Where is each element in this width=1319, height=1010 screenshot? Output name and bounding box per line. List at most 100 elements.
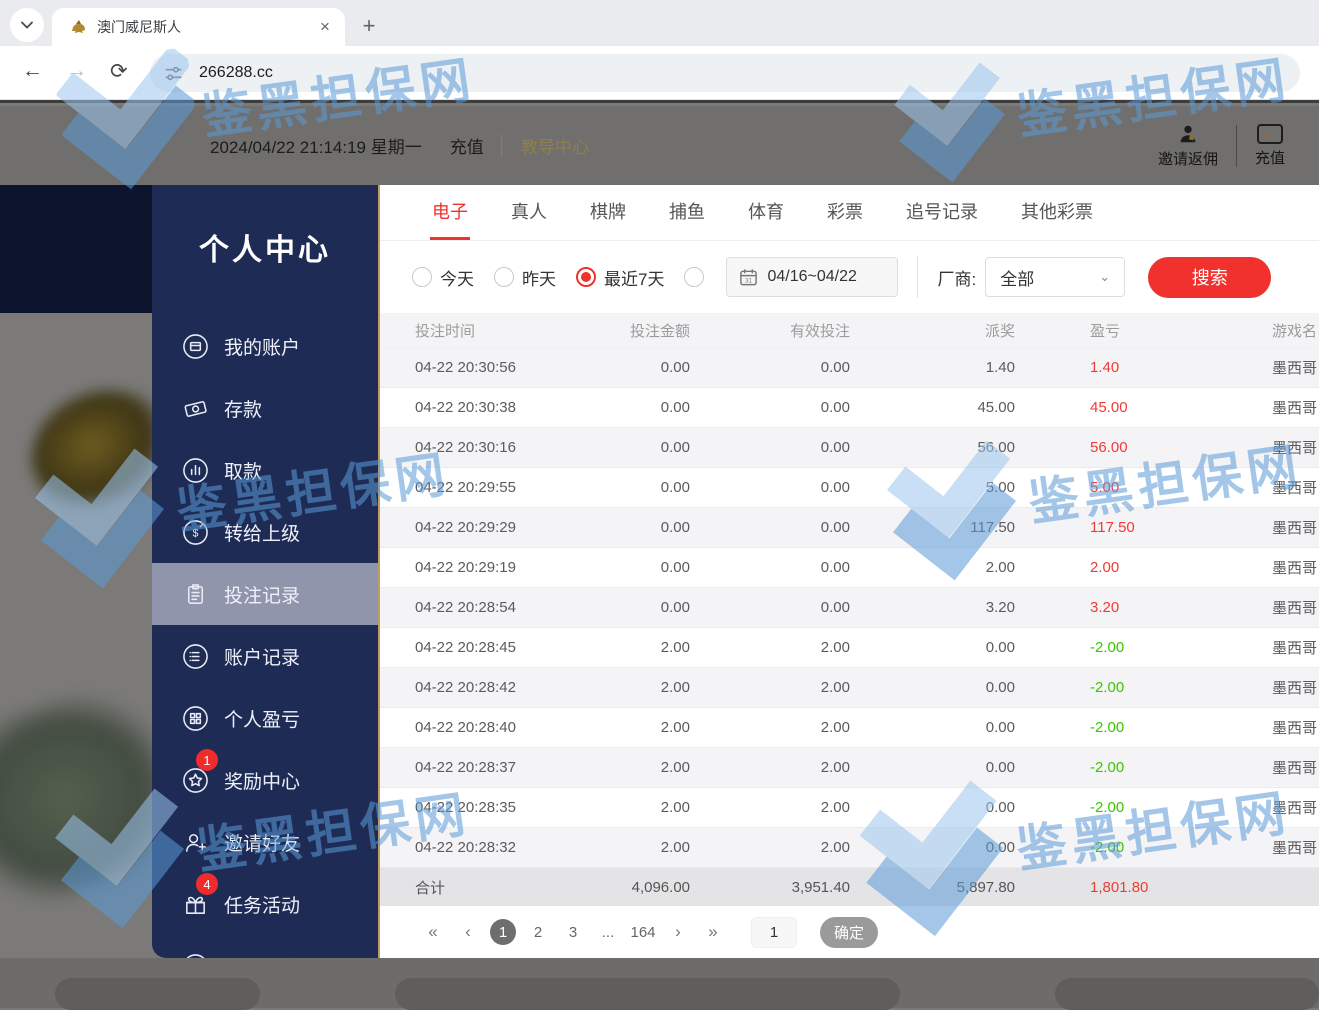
total-profit: 1,801.80 [1015, 879, 1272, 896]
sidebar-item-profit-loss[interactable]: 个人盈亏 [152, 687, 378, 749]
sidebar-item-account-records[interactable]: 账户记录 [152, 625, 378, 687]
tab-电子[interactable]: 电子 [430, 185, 470, 240]
game-name: 墨西哥 [1272, 477, 1319, 498]
tab-close-icon[interactable]: × [315, 17, 335, 37]
bet-amount: 0.00 [560, 359, 690, 376]
bet-time: 04-22 20:28:54 [380, 599, 560, 616]
page-number[interactable]: 1 [490, 919, 516, 945]
game-name: 墨西哥 [1272, 837, 1319, 858]
recharge-link[interactable]: 充值 [450, 133, 484, 158]
profit-loss: 56.00 [1015, 439, 1272, 456]
tab-体育[interactable]: 体育 [746, 185, 786, 240]
tab-追号记录[interactable]: 追号记录 [904, 185, 980, 240]
page-confirm-button[interactable]: 确定 [820, 917, 878, 948]
page-jump-input[interactable] [751, 917, 797, 948]
sidebar-item-bet-records[interactable]: 投注记录 [152, 563, 378, 625]
valid-bet: 2.00 [690, 759, 850, 776]
tab-search-button[interactable] [10, 8, 44, 42]
sidebar-item-deposit[interactable]: 存款 [152, 377, 378, 439]
back-button[interactable]: ← [22, 59, 43, 83]
page-number[interactable]: 2 [525, 919, 551, 945]
tab-真人[interactable]: 真人 [509, 185, 549, 240]
page-number[interactable]: ... [595, 919, 621, 945]
chevron-down-icon [20, 18, 34, 32]
tab-棋牌[interactable]: 棋牌 [588, 185, 628, 240]
bet-amount: 2.00 [560, 799, 690, 816]
tab-其他彩票[interactable]: 其他彩票 [1019, 185, 1095, 240]
radio-今天[interactable]: 今天 [412, 265, 474, 290]
page-number[interactable]: 164 [630, 919, 656, 945]
pagination-arrow[interactable]: ‹ [455, 919, 481, 945]
sidebar-item-label: 转给上级 [224, 519, 300, 546]
bet-amount: 0.00 [560, 559, 690, 576]
radio-昨天[interactable]: 昨天 [494, 265, 556, 290]
valid-bet: 2.00 [690, 799, 850, 816]
sidebar-item-reward[interactable]: 奖励中心1 [152, 749, 378, 811]
main-content: 电子真人棋牌捕鱼体育彩票追号记录其他彩票 今天昨天最近7天 31 04/16~0… [380, 185, 1319, 958]
column-header: 投注金额 [560, 320, 690, 341]
profit-loss: -2.00 [1015, 679, 1272, 696]
site-favicon-icon [70, 18, 88, 36]
new-tab-button[interactable]: + [355, 12, 383, 40]
sidebar-item-task[interactable]: 任务活动4 [152, 873, 378, 935]
sidebar-item-message[interactable]: @站内信息 [152, 935, 378, 958]
page-number[interactable]: 3 [560, 919, 586, 945]
topup-button[interactable]: 充值 [1237, 124, 1303, 168]
sidebar-item-withdraw[interactable]: 取款 [152, 439, 378, 501]
payout: 2.00 [850, 559, 1015, 576]
bet-time: 04-22 20:30:16 [380, 439, 560, 456]
payout: 56.00 [850, 439, 1015, 456]
valid-bet: 0.00 [690, 399, 850, 416]
sidebar-item-invite[interactable]: 邀请好友 [152, 811, 378, 873]
sidebar-item-transfer[interactable]: $转给上级 [152, 501, 378, 563]
pagination-arrow[interactable]: « [420, 919, 446, 945]
table-row: 04-22 20:28:422.002.000.00-2.00墨西哥 [380, 668, 1319, 708]
notification-badge: 1 [196, 749, 218, 771]
payout: 0.00 [850, 679, 1015, 696]
filter-bar: 今天昨天最近7天 31 04/16~04/22 厂商: 全部 ⌄ 搜索 [380, 241, 1319, 313]
browser-tab[interactable]: 澳门威尼斯人 × [52, 8, 345, 46]
game-name: 墨西哥 [1272, 517, 1319, 538]
valid-bet: 0.00 [690, 519, 850, 536]
pagination-arrow[interactable]: › [665, 919, 691, 945]
profit-loss: 117.50 [1015, 519, 1272, 536]
payout: 0.00 [850, 719, 1015, 736]
bet-time: 04-22 20:28:35 [380, 799, 560, 816]
address-bar[interactable]: 266288.cc [150, 54, 1300, 92]
tab-捕鱼[interactable]: 捕鱼 [667, 185, 707, 240]
valid-bet: 2.00 [690, 639, 850, 656]
account-records-icon [182, 643, 209, 670]
invite-icon [182, 829, 209, 856]
sidebar-item-account[interactable]: 我的账户 [152, 315, 378, 377]
radio-最近7天[interactable]: 最近7天 [576, 265, 664, 290]
header-divider: │ [497, 135, 508, 156]
radio-custom[interactable] [684, 267, 704, 287]
tutorial-center-link[interactable]: 教导中心 [521, 133, 589, 158]
browser-toolbar: ← → ⟳ 266288.cc [0, 46, 1319, 100]
search-button[interactable]: 搜索 [1148, 257, 1271, 298]
valid-bet: 2.00 [690, 719, 850, 736]
table-row: 04-22 20:29:550.000.005.005.00墨西哥 [380, 468, 1319, 508]
date-range-picker[interactable]: 31 04/16~04/22 [726, 257, 898, 297]
pagination: « ‹ 123... 164 › » 确定 [380, 906, 1319, 958]
vendor-select[interactable]: 全部 ⌄ [985, 257, 1125, 297]
profit-loss: 2.00 [1015, 559, 1272, 576]
tab-彩票[interactable]: 彩票 [825, 185, 865, 240]
game-name: 墨西哥 [1272, 717, 1319, 738]
table-row: 04-22 20:28:352.002.000.00-2.00墨西哥 [380, 788, 1319, 828]
account-icon [182, 333, 209, 360]
invite-rebate-button[interactable]: 邀请返佣 [1140, 123, 1236, 169]
profit-loss: 5.00 [1015, 479, 1272, 496]
valid-bet: 2.00 [690, 839, 850, 856]
background-photo [0, 313, 152, 958]
bet-amount: 0.00 [560, 399, 690, 416]
total-amount: 4,096.00 [560, 879, 690, 896]
reload-button[interactable]: ⟳ [110, 59, 128, 84]
valid-bet: 0.00 [690, 359, 850, 376]
card-icon [1257, 124, 1283, 144]
game-name: 墨西哥 [1272, 557, 1319, 578]
pagination-arrow[interactable]: » [700, 919, 726, 945]
forward-button[interactable]: → [66, 59, 87, 83]
tune-icon [164, 64, 183, 83]
payout: 117.50 [850, 519, 1015, 536]
